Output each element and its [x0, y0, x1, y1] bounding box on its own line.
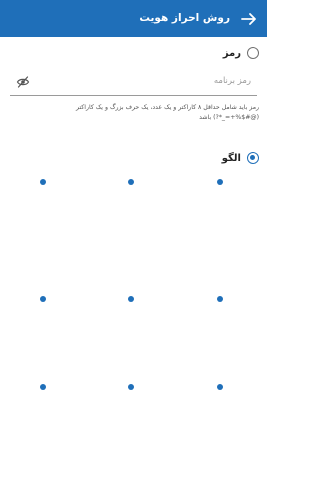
- password-hint: رمز باید شامل حداقل ۸ کاراکتر و یک عدد، …: [8, 103, 259, 123]
- pattern-dot[interactable]: [128, 384, 134, 390]
- password-hint-line-2: (@#$%+=_*?) باشد: [199, 114, 259, 121]
- password-input[interactable]: [51, 72, 251, 90]
- password-option-label: رمز: [222, 47, 241, 59]
- pattern-dot[interactable]: [128, 179, 134, 185]
- password-field: [10, 66, 257, 96]
- eye-off-icon[interactable]: [16, 74, 30, 88]
- pattern-option[interactable]: الگو: [222, 149, 259, 167]
- password-radio[interactable]: [247, 47, 259, 59]
- app-bar: روش احراز هویت: [0, 0, 267, 37]
- password-hint-line-1: رمز باید شامل حداقل ۸ کاراکتر و یک عدد، …: [76, 104, 259, 111]
- pattern-radio[interactable]: [247, 152, 259, 164]
- pattern-dot[interactable]: [40, 384, 46, 390]
- password-option[interactable]: رمز: [223, 44, 259, 62]
- page-title: روش احراز هویت: [139, 12, 230, 24]
- arrow-right-icon[interactable]: [239, 9, 259, 29]
- pattern-dot[interactable]: [217, 384, 223, 390]
- pattern-dot[interactable]: [40, 179, 46, 185]
- pattern-dot[interactable]: [217, 179, 223, 185]
- pattern-grid[interactable]: [0, 170, 267, 420]
- pattern-dot[interactable]: [217, 296, 223, 302]
- pattern-dot[interactable]: [128, 296, 134, 302]
- pattern-dot[interactable]: [40, 296, 46, 302]
- pattern-option-label: الگو: [221, 152, 241, 164]
